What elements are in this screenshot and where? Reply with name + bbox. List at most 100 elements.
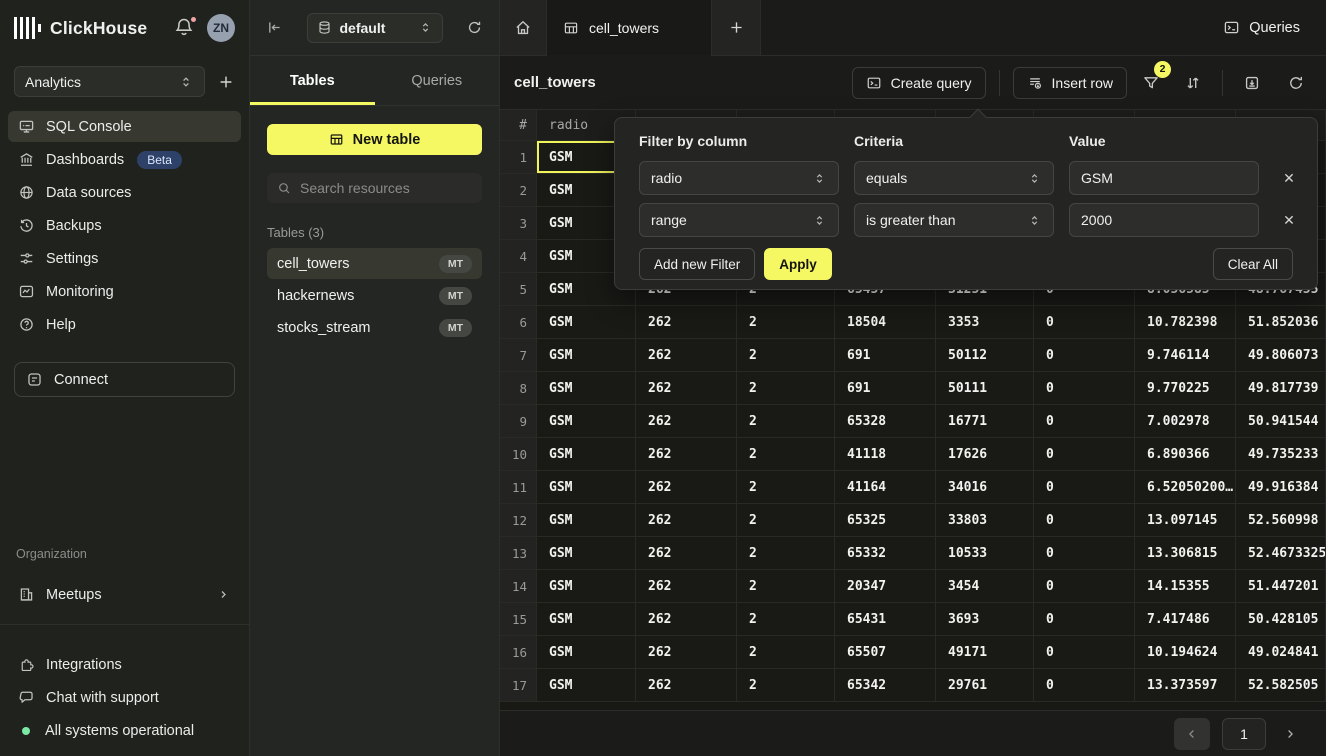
- table-cell[interactable]: 18504: [835, 306, 936, 339]
- table-cell[interactable]: 0: [1034, 636, 1135, 669]
- clear-filters-button[interactable]: Clear All: [1213, 248, 1293, 280]
- table-cell[interactable]: 2: [737, 570, 835, 603]
- table-cell[interactable]: 2: [737, 339, 835, 372]
- table-cell[interactable]: 2: [737, 636, 835, 669]
- queries-button[interactable]: Queries: [1197, 0, 1326, 55]
- new-tab-button[interactable]: [712, 0, 760, 55]
- table-cell[interactable]: GSM: [537, 603, 636, 636]
- table-cell[interactable]: 65332: [835, 537, 936, 570]
- sidebar-item-sql-console[interactable]: SQL Console: [8, 111, 241, 142]
- table-cell[interactable]: GSM: [537, 471, 636, 504]
- table-cell[interactable]: GSM: [537, 339, 636, 372]
- table-cell[interactable]: 0: [1034, 339, 1135, 372]
- table-cell[interactable]: 51.447201: [1236, 570, 1326, 603]
- table-cell[interactable]: 262: [636, 636, 737, 669]
- sort-button[interactable]: [1177, 67, 1209, 99]
- sidebar-item-settings[interactable]: Settings: [8, 243, 241, 274]
- table-cell[interactable]: GSM: [537, 570, 636, 603]
- table-cell[interactable]: 49.735233: [1236, 438, 1326, 471]
- table-cell[interactable]: 6.890366: [1135, 438, 1236, 471]
- table-cell[interactable]: 29761: [936, 669, 1034, 702]
- system-status-item[interactable]: All systems operational: [8, 715, 241, 746]
- table-cell[interactable]: 51.852036: [1236, 306, 1326, 339]
- connect-button[interactable]: Connect: [14, 362, 235, 397]
- table-cell[interactable]: 65325: [835, 504, 936, 537]
- table-cell[interactable]: 3353: [936, 306, 1034, 339]
- sidebar-item-dashboards[interactable]: Dashboards Beta: [8, 144, 241, 175]
- table-cell[interactable]: GSM: [537, 306, 636, 339]
- table-cell[interactable]: 7.002978: [1135, 405, 1236, 438]
- filter-column-select-1[interactable]: radio: [639, 161, 839, 195]
- insert-row-button[interactable]: Insert row: [1013, 67, 1127, 99]
- sidebar-item-meetups[interactable]: Meetups: [8, 579, 241, 610]
- user-avatar[interactable]: ZN: [207, 14, 235, 42]
- table-cell[interactable]: 3693: [936, 603, 1034, 636]
- next-page-button[interactable]: [1278, 718, 1302, 750]
- search-input[interactable]: [300, 180, 472, 196]
- table-cell[interactable]: 65507: [835, 636, 936, 669]
- table-cell[interactable]: 2: [737, 306, 835, 339]
- table-cell[interactable]: 262: [636, 306, 737, 339]
- add-workspace-button[interactable]: [217, 73, 235, 91]
- table-cell[interactable]: 7.417486: [1135, 603, 1236, 636]
- table-cell[interactable]: 0: [1034, 372, 1135, 405]
- table-cell[interactable]: 17626: [936, 438, 1034, 471]
- table-cell[interactable]: 13.097145: [1135, 504, 1236, 537]
- table-cell[interactable]: 52.582505: [1236, 669, 1326, 702]
- remove-filter-icon[interactable]: ✕: [1274, 170, 1304, 187]
- table-cell[interactable]: 41118: [835, 438, 936, 471]
- collapse-panel-icon[interactable]: [266, 19, 283, 36]
- database-selector[interactable]: default: [307, 13, 443, 43]
- home-button[interactable]: [500, 0, 547, 55]
- table-cell[interactable]: 262: [636, 339, 737, 372]
- table-cell[interactable]: 20347: [835, 570, 936, 603]
- table-cell[interactable]: 3454: [936, 570, 1034, 603]
- sidebar-item-chat-support[interactable]: Chat with support: [8, 682, 241, 713]
- table-cell[interactable]: 0: [1034, 405, 1135, 438]
- table-cell[interactable]: GSM: [537, 537, 636, 570]
- table-cell[interactable]: 33803: [936, 504, 1034, 537]
- table-cell[interactable]: 0: [1034, 537, 1135, 570]
- column-header-index[interactable]: #: [500, 110, 537, 141]
- table-cell[interactable]: 49.916384: [1236, 471, 1326, 504]
- table-cell[interactable]: 52.560998: [1236, 504, 1326, 537]
- table-list-item-hackernews[interactable]: hackernews MT: [267, 280, 482, 311]
- refresh-button[interactable]: [1280, 67, 1312, 99]
- table-cell[interactable]: 0: [1034, 603, 1135, 636]
- table-cell[interactable]: 0: [1034, 504, 1135, 537]
- table-cell[interactable]: GSM: [537, 372, 636, 405]
- tab-cell-towers[interactable]: cell_towers: [547, 0, 712, 55]
- create-query-button[interactable]: Create query: [852, 67, 986, 99]
- table-cell[interactable]: 2: [737, 669, 835, 702]
- table-cell[interactable]: 14.15355: [1135, 570, 1236, 603]
- table-cell[interactable]: 10533: [936, 537, 1034, 570]
- table-cell[interactable]: 2: [737, 372, 835, 405]
- table-cell[interactable]: 13.306815: [1135, 537, 1236, 570]
- table-cell[interactable]: 50.428105: [1236, 603, 1326, 636]
- table-cell[interactable]: 262: [636, 603, 737, 636]
- table-cell[interactable]: 9.746114: [1135, 339, 1236, 372]
- table-cell[interactable]: 262: [636, 372, 737, 405]
- table-cell[interactable]: 65328: [835, 405, 936, 438]
- table-cell[interactable]: 49.817739: [1236, 372, 1326, 405]
- filter-value-input-2[interactable]: [1069, 203, 1259, 237]
- prev-page-button[interactable]: [1174, 718, 1210, 750]
- table-cell[interactable]: 2: [737, 537, 835, 570]
- sidebar-item-monitoring[interactable]: Monitoring: [8, 276, 241, 307]
- table-cell[interactable]: 0: [1034, 471, 1135, 504]
- filter-button[interactable]: 2: [1135, 67, 1167, 99]
- table-cell[interactable]: 0: [1034, 438, 1135, 471]
- table-cell[interactable]: 2: [737, 504, 835, 537]
- filter-value-input-1[interactable]: [1069, 161, 1259, 195]
- table-cell[interactable]: GSM: [537, 405, 636, 438]
- table-cell[interactable]: GSM: [537, 504, 636, 537]
- new-table-button[interactable]: New table: [267, 124, 482, 155]
- table-cell[interactable]: 34016: [936, 471, 1034, 504]
- remove-filter-icon[interactable]: ✕: [1274, 212, 1304, 229]
- table-cell[interactable]: 262: [636, 570, 737, 603]
- search-resources-box[interactable]: [267, 173, 482, 203]
- sidebar-item-backups[interactable]: Backups: [8, 210, 241, 241]
- table-cell[interactable]: GSM: [537, 669, 636, 702]
- table-cell[interactable]: 49171: [936, 636, 1034, 669]
- table-cell[interactable]: 16771: [936, 405, 1034, 438]
